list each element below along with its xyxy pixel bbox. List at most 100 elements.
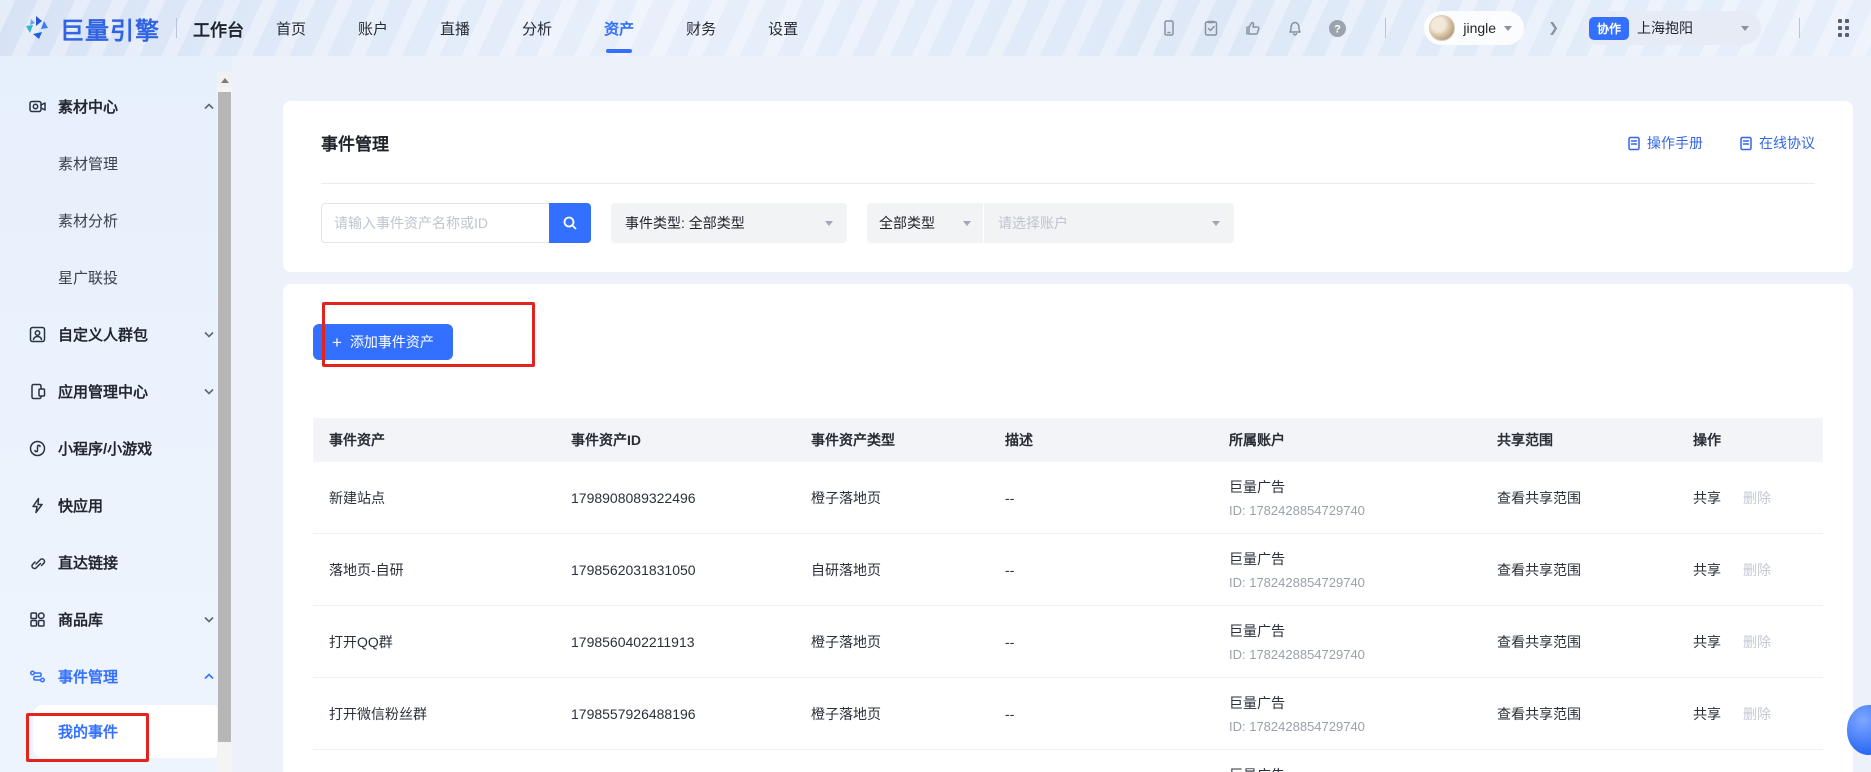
- sidebar-item-my-events[interactable]: 我的事件: [33, 705, 222, 758]
- scrollbar-thumb[interactable]: [218, 92, 231, 742]
- delete-action: 删除: [1743, 704, 1771, 724]
- column-header-share-scope: 共享范围: [1481, 430, 1677, 450]
- notification-bell-icon[interactable]: [1285, 18, 1305, 38]
- share-action[interactable]: 共享: [1693, 704, 1721, 724]
- cell-description: --: [989, 706, 1213, 722]
- nav-item-analysis[interactable]: 分析: [520, 12, 554, 45]
- sidebar-item-quick-app[interactable]: 快应用: [0, 477, 232, 534]
- sidebar-item-material-analysis[interactable]: 素材分析: [0, 192, 232, 249]
- cell-asset-type: 橙子落地页: [795, 488, 989, 508]
- column-header-asset-id: 事件资产ID: [555, 430, 795, 450]
- person-card-icon: [27, 325, 47, 345]
- cell-asset-name: 打开QQ群: [313, 632, 555, 652]
- cell-description: --: [989, 562, 1213, 578]
- workspace-label[interactable]: 工作台: [193, 16, 244, 41]
- user-menu[interactable]: jingle: [1424, 11, 1524, 45]
- table-header-row: 事件资产 事件资产ID 事件资产类型 描述 所属账户 共享范围 操作: [313, 418, 1823, 462]
- brand-logo[interactable]: 巨量引擎: [22, 11, 160, 46]
- cell-account: 巨量广告 ID: 1782428854729740: [1213, 765, 1481, 772]
- account-filter-group: 全部类型 请选择账户: [867, 203, 1234, 243]
- sidebar-item-custom-audience[interactable]: 自定义人群包: [0, 306, 232, 363]
- search-icon: [561, 214, 579, 232]
- column-header-asset-type: 事件资产类型: [795, 430, 989, 450]
- cell-account: 巨量广告 ID: 1782428854729740: [1213, 477, 1481, 518]
- select-caret-icon: [963, 221, 971, 226]
- sidebar-item-material-management[interactable]: 素材管理: [0, 135, 232, 192]
- all-type-select[interactable]: 全部类型: [867, 203, 983, 243]
- clipboard-check-icon[interactable]: [1201, 18, 1221, 38]
- select-caret-icon: [1212, 221, 1220, 226]
- filter-bar: 事件类型: 全部类型 全部类型 请选择账户: [321, 203, 1815, 243]
- nav-item-finance[interactable]: 财务: [684, 12, 718, 45]
- sidebar-item-event-management[interactable]: 事件管理: [0, 648, 232, 705]
- sidebar-item-mini-program[interactable]: 小程序/小游戏: [0, 420, 232, 477]
- delete-action: 删除: [1743, 632, 1771, 652]
- nav-item-home[interactable]: 首页: [274, 12, 308, 45]
- search-input[interactable]: [321, 203, 549, 243]
- collaboration-account-switcher[interactable]: 协作 上海抱阳: [1583, 11, 1761, 45]
- share-action[interactable]: 共享: [1693, 632, 1721, 652]
- main-content: 事件管理 操作手册 在线协议 事件类型: 全部类型: [232, 56, 1871, 772]
- cell-description: --: [989, 490, 1213, 506]
- expand-down-icon[interactable]: [204, 616, 214, 623]
- topbar-divider: [176, 18, 177, 38]
- svg-text:?: ?: [1334, 23, 1341, 35]
- event-type-select[interactable]: 事件类型: 全部类型: [611, 203, 847, 243]
- expand-down-icon[interactable]: [204, 388, 214, 395]
- sidebar-item-material-center[interactable]: 素材中心: [0, 78, 232, 135]
- column-header-asset: 事件资产: [313, 430, 555, 450]
- sidebar-item-product-library[interactable]: 商品库: [0, 591, 232, 648]
- share-action[interactable]: 共享: [1693, 488, 1721, 508]
- search-button[interactable]: [549, 203, 591, 243]
- add-event-asset-button[interactable]: + 添加事件资产: [313, 324, 453, 360]
- account-select[interactable]: 请选择账户: [984, 203, 1234, 243]
- page-header-card: 事件管理 操作手册 在线协议 事件类型: 全部类型: [283, 101, 1853, 272]
- view-share-scope-link[interactable]: 查看共享范围: [1497, 490, 1581, 506]
- app-center-icon: [27, 382, 47, 402]
- like-icon[interactable]: [1243, 18, 1263, 38]
- mobile-icon[interactable]: [1159, 18, 1179, 38]
- delete-action: 删除: [1743, 560, 1771, 580]
- view-share-scope-link[interactable]: 查看共享范围: [1497, 562, 1581, 578]
- expand-down-icon[interactable]: [204, 331, 214, 338]
- manual-link[interactable]: 操作手册: [1627, 133, 1703, 153]
- user-caret-icon: [1504, 26, 1512, 31]
- view-share-scope-link[interactable]: 查看共享范围: [1497, 634, 1581, 650]
- page-title: 事件管理: [321, 101, 1815, 155]
- cell-asset-name: 打开微信粉丝群: [313, 704, 555, 724]
- collapse-up-icon[interactable]: [204, 103, 214, 110]
- mini-program-icon: [27, 439, 47, 459]
- cell-asset-id: 1798557926488196: [555, 706, 795, 722]
- event-assets-table: 事件资产 事件资产ID 事件资产类型 描述 所属账户 共享范围 操作 新建站点 …: [313, 418, 1823, 772]
- nav-item-account[interactable]: 账户: [356, 12, 390, 45]
- cell-asset-id: 1798560402211913: [555, 634, 795, 650]
- topbar: 巨量引擎 工作台 首页 账户 直播 分析 资产 财务 设置 ? jingle: [0, 0, 1871, 56]
- view-share-scope-link[interactable]: 查看共享范围: [1497, 706, 1581, 722]
- cell-asset-name: 落地页-自研: [313, 560, 555, 580]
- collapse-up-icon[interactable]: [204, 673, 214, 680]
- plus-icon: +: [332, 334, 342, 351]
- video-camera-icon: [27, 97, 47, 117]
- cell-account: 巨量广告 ID: 1782428854729740: [1213, 621, 1481, 662]
- table-row: 自研 1797272542603274 自研落地页 -- 巨量广告 ID: 17…: [313, 750, 1823, 772]
- apps-grid-icon[interactable]: [1838, 19, 1849, 37]
- table-row: 打开微信粉丝群 1798557926488196 橙子落地页 -- 巨量广告 I…: [313, 678, 1823, 750]
- nav-item-assets[interactable]: 资产: [602, 12, 636, 45]
- cell-account: 巨量广告 ID: 1782428854729740: [1213, 549, 1481, 590]
- agreement-link[interactable]: 在线协议: [1739, 133, 1815, 153]
- help-icon[interactable]: ?: [1327, 18, 1347, 38]
- nav-item-settings[interactable]: 设置: [766, 12, 800, 45]
- collaboration-caret-icon: [1741, 26, 1749, 31]
- share-action[interactable]: 共享: [1693, 560, 1721, 580]
- document-icon: [1739, 136, 1753, 151]
- grid-squares-icon: [27, 610, 47, 630]
- sidebar-item-app-management[interactable]: 应用管理中心: [0, 363, 232, 420]
- sidebar-scrollbar[interactable]: [217, 72, 232, 772]
- brand-logo-text: 巨量引擎: [60, 11, 160, 46]
- nav-item-live[interactable]: 直播: [438, 12, 472, 45]
- column-header-description: 描述: [989, 430, 1213, 450]
- sidebar-item-direct-link[interactable]: 直达链接: [0, 534, 232, 591]
- scrollbar-up-arrow[interactable]: [217, 72, 232, 88]
- select-caret-icon: [825, 221, 833, 226]
- sidebar-item-star-joint-investment[interactable]: 星广联投: [0, 249, 232, 306]
